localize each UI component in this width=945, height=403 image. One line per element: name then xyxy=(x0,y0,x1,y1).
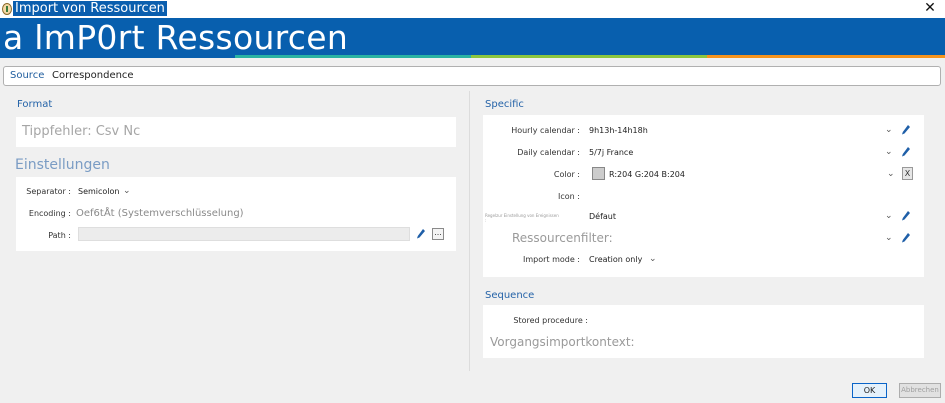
source-value: Correspondence xyxy=(52,70,134,81)
import-mode-chevron-down-icon[interactable]: ⌄ xyxy=(649,254,657,264)
path-label: Path : xyxy=(48,231,71,240)
daily-edit-pencil-icon[interactable] xyxy=(901,146,911,158)
banner-stripe-teal xyxy=(235,55,471,58)
separator-select[interactable]: Semicolon xyxy=(78,187,120,196)
title-bar: Import von Ressourcen ✕ xyxy=(0,0,945,18)
import-dialog: Import von Ressourcen ✕ a lmP0rt Ressour… xyxy=(0,0,945,403)
path-browse-button[interactable]: ... xyxy=(432,228,444,240)
daily-calendar-value[interactable]: 5/7j France xyxy=(589,148,633,157)
encoding-value: Oef6tÅt (Systemverschlüsselung) xyxy=(76,208,244,219)
color-value: R:204 G:204 B:204 xyxy=(609,170,685,179)
encoding-label: Encoding : xyxy=(28,209,71,218)
color-swatch[interactable] xyxy=(592,167,605,180)
resource-filter-label: Ressourcenfilter: xyxy=(512,231,613,245)
source-field[interactable]: Source Correspondence xyxy=(3,66,941,86)
sequence-box: Stored procedure : Vorgangsimportkontext… xyxy=(483,305,924,358)
header-banner: a lmP0rt Ressourcen xyxy=(0,18,945,58)
left-panel: Format Tippfehler: Csv Nc Einstellungen … xyxy=(4,91,466,371)
hourly-calendar-value[interactable]: 9h13h-14h18h xyxy=(589,126,648,135)
specific-box: Hourly calendar : 9h13h-14h18h ⌄ Daily c… xyxy=(483,115,924,277)
format-box: Tippfehler: Csv Nc xyxy=(16,117,456,147)
settings-box: Separator : Semicolon ⌄ Encoding : Oef6t… xyxy=(16,177,456,251)
panel-divider xyxy=(469,91,470,371)
path-input[interactable] xyxy=(78,227,410,241)
event-rule-value[interactable]: Défaut xyxy=(589,212,616,221)
sequence-section-title: Sequence xyxy=(485,290,535,301)
stored-procedure-label: Stored procedure : xyxy=(513,316,588,325)
resource-filter-edit-pencil-icon[interactable] xyxy=(901,232,911,244)
ok-button[interactable]: OK xyxy=(852,383,887,398)
window-title: Import von Ressourcen xyxy=(13,1,167,16)
event-rule-label: Regelzur Einstellung von Ereignissen : xyxy=(485,213,559,223)
event-rule-chevron-down-icon[interactable]: ⌄ xyxy=(885,211,893,221)
banner-stripe-green xyxy=(471,55,707,58)
source-label: Source xyxy=(10,70,45,81)
event-rule-edit-pencil-icon[interactable] xyxy=(901,210,911,222)
import-mode-select[interactable]: Creation only xyxy=(589,255,642,264)
hourly-chevron-down-icon[interactable]: ⌄ xyxy=(885,125,893,135)
close-button[interactable]: ✕ xyxy=(923,0,937,16)
import-mode-label: Import mode : xyxy=(522,255,580,264)
color-clear-button[interactable]: X xyxy=(902,167,913,180)
icon-label: Icon : xyxy=(558,192,580,201)
hourly-calendar-label: Hourly calendar : xyxy=(511,126,580,135)
path-input-value xyxy=(79,236,82,245)
hourly-edit-pencil-icon[interactable] xyxy=(901,124,911,136)
settings-section-title: Einstellungen xyxy=(15,157,110,173)
app-icon xyxy=(2,3,12,15)
daily-chevron-down-icon[interactable]: ⌄ xyxy=(885,147,893,157)
format-section-title: Format xyxy=(17,99,53,110)
color-chevron-down-icon[interactable]: ⌄ xyxy=(887,169,895,179)
right-panel: Specific Hourly calendar : 9h13h-14h18h … xyxy=(472,91,942,371)
specific-section-title: Specific xyxy=(485,99,524,110)
banner-stripe-orange xyxy=(707,55,945,58)
path-edit-pencil-icon[interactable] xyxy=(416,228,426,240)
import-context-label: Vorgangsimportkontext: xyxy=(490,335,635,349)
color-label: Color : xyxy=(553,170,580,179)
banner-title: a lmP0rt Ressourcen xyxy=(3,18,349,57)
separator-label: Separator : xyxy=(26,187,71,196)
cancel-button[interactable]: Abbrechen xyxy=(899,383,941,398)
daily-calendar-label: Daily calendar : xyxy=(517,148,580,157)
separator-chevron-down-icon[interactable]: ⌄ xyxy=(123,186,131,196)
format-value: Tippfehler: Csv Nc xyxy=(22,124,141,139)
resource-filter-chevron-down-icon[interactable]: ⌄ xyxy=(885,233,893,243)
